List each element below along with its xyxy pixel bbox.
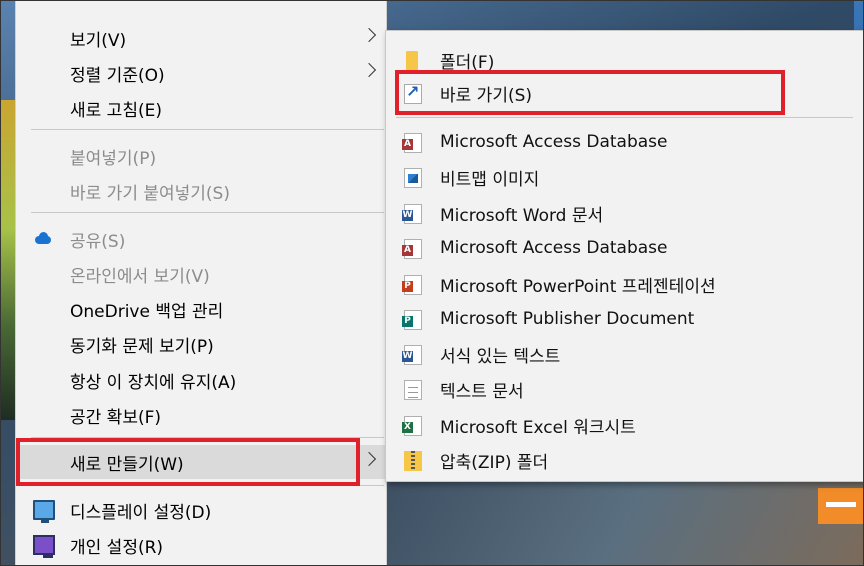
menu-item-display-settings[interactable]: 디스플레이 설정(D) (16, 493, 386, 527)
access-icon: A (402, 239, 422, 259)
menu-item-view-sync-problems[interactable]: 동기화 문제 보기(P) (16, 327, 386, 361)
submenu-item-zip-folder[interactable]: 압축(ZIP) 폴더 (386, 443, 863, 477)
chevron-right-icon (361, 451, 377, 467)
menu-separator (31, 129, 384, 130)
submenu-item-label: 폴더(F) (440, 52, 495, 73)
menu-item-view-online[interactable]: 온라인에서 보기(V) (16, 257, 386, 291)
menu-separator (396, 117, 853, 118)
menu-item-label: 새로 고침(E) (70, 100, 162, 121)
highlight-shortcut-annotation (395, 70, 785, 115)
menu-separator (31, 212, 384, 213)
submenu-item-word-document[interactable]: W Microsoft Word 문서 (386, 196, 863, 230)
submenu-item-label: 서식 있는 텍스트 (440, 346, 561, 367)
highlight-new-annotation (16, 438, 360, 486)
menu-item-personalize[interactable]: 개인 설정(R) (16, 528, 386, 562)
submenu-item-label: Microsoft Publisher Document (440, 309, 695, 329)
menu-item-refresh[interactable]: 새로 고침(E) (16, 91, 386, 125)
submenu-item-access-database[interactable]: A Microsoft Access Database (386, 125, 863, 159)
text-document-icon (404, 380, 422, 400)
menu-item-label: 항상 이 장치에 유지(A) (70, 372, 237, 393)
wallpaper-orange-badge (818, 488, 864, 524)
menu-item-label: 개인 설정(R) (70, 537, 164, 558)
chevron-right-icon (361, 27, 377, 43)
submenu-item-label: Microsoft Excel 워크시트 (440, 417, 636, 438)
submenu-item-label: Microsoft PowerPoint 프레젠테이션 (440, 276, 716, 297)
submenu-item-rich-text[interactable]: W 서식 있는 텍스트 (386, 337, 863, 371)
menu-item-label: 보기(V) (70, 30, 127, 51)
powerpoint-icon: P (402, 275, 422, 295)
access-icon: A (402, 133, 422, 153)
submenu-item-label: 텍스트 문서 (440, 381, 524, 402)
zip-folder-icon (404, 451, 422, 471)
menu-item-paste[interactable]: 붙여넣기(P) (16, 139, 386, 173)
display-settings-icon (33, 500, 55, 523)
submenu-item-access-database-2[interactable]: A Microsoft Access Database (386, 231, 863, 265)
submenu-item-bitmap[interactable]: 비트맵 이미지 (386, 160, 863, 194)
folder-icon (406, 51, 418, 71)
submenu-item-text-document[interactable]: 텍스트 문서 (386, 372, 863, 406)
menu-item-paste-shortcut[interactable]: 바로 가기 붙여넣기(S) (16, 174, 386, 208)
submenu-item-label: Microsoft Access Database (440, 238, 668, 258)
menu-item-label: 공간 확보(F) (70, 407, 162, 428)
personalize-icon (33, 535, 55, 558)
wallpaper-lower-area (385, 482, 864, 566)
menu-item-view[interactable]: 보기(V) (16, 21, 386, 55)
word-icon: W (402, 204, 422, 224)
excel-icon: X (402, 416, 422, 436)
submenu-item-label: 압축(ZIP) 폴더 (440, 452, 549, 473)
submenu-item-powerpoint[interactable]: P Microsoft PowerPoint 프레젠테이션 (386, 267, 863, 301)
submenu-item-publisher[interactable]: P Microsoft Publisher Document (386, 302, 863, 336)
submenu-item-label: Microsoft Word 문서 (440, 205, 604, 226)
menu-item-always-keep-on-device[interactable]: 항상 이 장치에 유지(A) (16, 363, 386, 397)
menu-item-onedrive-backup[interactable]: OneDrive 백업 관리 (16, 292, 386, 326)
menu-item-sort-by[interactable]: 정렬 기준(O) (16, 56, 386, 90)
submenu-item-excel[interactable]: X Microsoft Excel 워크시트 (386, 408, 863, 442)
menu-item-label: 공유(S) (70, 231, 126, 252)
menu-item-label: 디스플레이 설정(D) (70, 502, 212, 523)
rtf-icon: W (402, 345, 422, 365)
submenu-item-label: 비트맵 이미지 (440, 169, 540, 190)
menu-item-label: 동기화 문제 보기(P) (70, 336, 214, 357)
menu-item-label: 바로 가기 붙여넣기(S) (70, 183, 230, 204)
menu-item-share[interactable]: 공유(S) (16, 222, 386, 256)
publisher-icon: P (402, 310, 422, 330)
menu-item-label: 정렬 기준(O) (70, 65, 165, 86)
onedrive-cloud-icon (33, 229, 55, 249)
menu-item-label: OneDrive 백업 관리 (70, 301, 224, 322)
bitmap-icon (404, 168, 422, 188)
menu-item-free-up-space[interactable]: 공간 확보(F) (16, 398, 386, 432)
submenu-item-label: Microsoft Access Database (440, 132, 668, 152)
menu-item-label: 온라인에서 보기(V) (70, 266, 210, 287)
menu-item-label: 붙여넣기(P) (70, 148, 157, 169)
chevron-right-icon (361, 62, 377, 78)
